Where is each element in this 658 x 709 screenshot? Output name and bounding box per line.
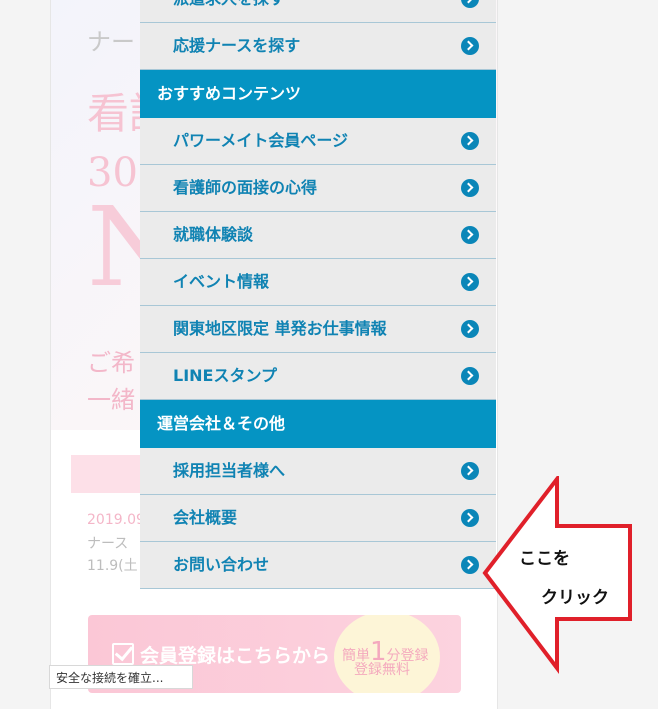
register-badge-line2: 登録無料 [354, 662, 410, 678]
menu-item-company-profile[interactable]: 会社概要 [140, 495, 496, 542]
menu-item-label: 応援ナースを探す [173, 36, 301, 55]
annotation-arrow-icon [482, 476, 632, 674]
menu-item-kanto-jobs[interactable]: 関東地区限定 単発お仕事情報 [140, 306, 496, 353]
chevron-right-icon [461, 462, 479, 480]
section-label: 運営会社＆その他 [157, 414, 286, 433]
chevron-right-icon [461, 179, 479, 197]
menu-item-job-stories[interactable]: 就職体験談 [140, 212, 496, 259]
chevron-right-icon [461, 273, 479, 291]
menu-item-haken[interactable]: 派遣求人を探す [140, 0, 496, 23]
menu-item-label: 会社概要 [173, 508, 238, 527]
chevron-right-icon [461, 0, 479, 8]
hero-text-6: 一緒 [87, 386, 135, 414]
news-subtitle: 11.9(土 [87, 558, 138, 574]
menu-item-interview-tips[interactable]: 看護師の面接の心得 [140, 165, 496, 212]
chevron-right-icon [461, 367, 479, 385]
menu-section-recommended: おすすめコンテンツ [140, 70, 496, 118]
menu-item-line-stamp[interactable]: LINEスタンプ [140, 353, 496, 400]
menu-item-label: 採用担当者様へ [173, 461, 286, 480]
menu-item-ouen-nurse[interactable]: 応援ナースを探す [140, 23, 496, 70]
news-date: 2019.09 [87, 512, 145, 528]
menu-item-events[interactable]: イベント情報 [140, 259, 496, 306]
menu-section-company: 運営会社＆その他 [140, 400, 496, 448]
menu-item-label: パワーメイト会員ページ [173, 131, 349, 150]
register-banner-label: 会員登録はこちらから [140, 645, 331, 667]
chevron-right-icon [461, 132, 479, 150]
checkbox-icon [112, 643, 134, 665]
menu-item-member-page[interactable]: パワーメイト会員ページ [140, 118, 496, 165]
chevron-right-icon [461, 509, 479, 527]
section-label: おすすめコンテンツ [157, 84, 302, 103]
menu-item-recruiters[interactable]: 採用担当者様へ [140, 448, 496, 495]
register-badge: 簡単1分登録 登録無料 [334, 615, 440, 693]
news-title[interactable]: ナース [87, 533, 128, 553]
drawer-menu: 派遣求人を探す 応援ナースを探す おすすめコンテンツ パワーメイト会員ページ 看… [140, 0, 496, 589]
chevron-right-icon [461, 320, 479, 338]
chevron-right-icon [461, 556, 479, 574]
chevron-right-icon [461, 226, 479, 244]
menu-item-label: 看護師の面接の心得 [173, 178, 318, 197]
menu-item-label: LINEスタンプ [173, 366, 277, 385]
annotation-text-line2: クリック [541, 588, 609, 608]
menu-item-label: 関東地区限定 単発お仕事情報 [173, 319, 387, 338]
hero-text-5: ご希 [87, 349, 135, 377]
annotation-text-line1: ここを [519, 549, 570, 569]
menu-item-label: イベント情報 [173, 272, 270, 291]
menu-item-label: 派遣求人を探す [173, 0, 285, 22]
chevron-right-icon [461, 37, 479, 55]
browser-status-bar: 安全な接続を確立... [49, 665, 193, 689]
menu-item-contact[interactable]: お問い合わせ [140, 542, 496, 589]
hero-text-1: ナー [87, 28, 135, 56]
menu-item-label: お問い合わせ [173, 555, 270, 574]
menu-item-label: 就職体験談 [173, 225, 254, 244]
